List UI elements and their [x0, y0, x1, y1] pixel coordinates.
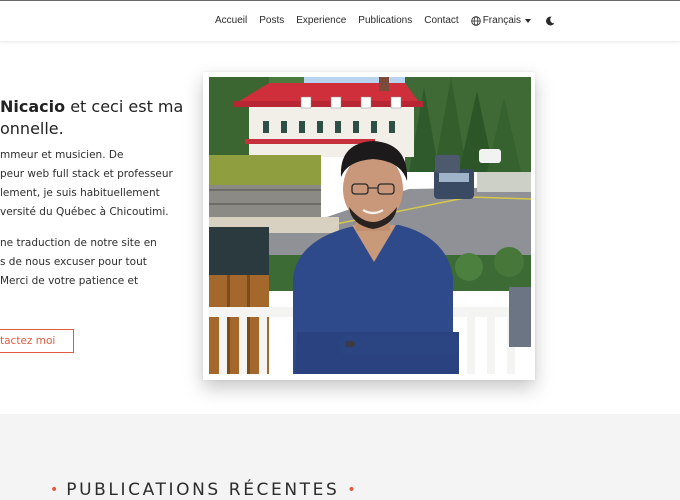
section-title-text: PUBLICATIONS RÉCENTES	[66, 480, 340, 500]
language-label: Français	[482, 15, 522, 26]
hero-paragraph-translation: ne traduction de notre site en s de nous…	[0, 234, 195, 291]
hero-translation-line: Merci de votre patience et	[0, 275, 139, 287]
nav-contact[interactable]: Contact	[424, 15, 458, 26]
hero-paragraph-intro: mmeur et musicien. De peur web full stac…	[0, 146, 195, 222]
hero-title: Nicacio et ceci est ma onnelle.	[0, 96, 200, 140]
nav-posts[interactable]: Posts	[259, 15, 284, 26]
hero-intro-line: versité du Québec à Chicoutimi.	[0, 206, 169, 218]
section-title: • PUBLICATIONS RÉCENTES •	[50, 479, 364, 500]
hero-intro-line: peur web full stack et professeur	[0, 168, 173, 180]
hero-title-name: Nicacio	[0, 97, 66, 116]
moon-icon	[546, 16, 555, 25]
chevron-down-icon	[525, 18, 532, 23]
title-dot-right: •	[347, 482, 356, 498]
globe-icon	[470, 15, 481, 26]
nav-accueil[interactable]: Accueil	[215, 15, 247, 26]
dark-mode-toggle[interactable]	[545, 16, 555, 26]
hero-intro-line: lement, je suis habituellement	[0, 187, 160, 199]
nav-publications[interactable]: Publications	[358, 15, 412, 26]
nav-links: Accueil Posts Experience Publications Co…	[215, 15, 555, 26]
hero-translation-line: s de nous excuser pour tout	[0, 256, 147, 268]
hero-translation-line: ne traduction de notre site en	[0, 237, 157, 249]
profile-photo	[209, 77, 531, 374]
language-dropdown[interactable]: Français	[470, 15, 532, 26]
top-navbar: Accueil Posts Experience Publications Co…	[0, 1, 680, 41]
hero-title-rest: et ceci est ma	[65, 97, 184, 116]
hero-intro-line: mmeur et musicien. De	[0, 149, 124, 161]
profile-photo-illustration	[209, 77, 531, 374]
profile-photo-card	[203, 72, 535, 380]
hero-title-line2: onnelle.	[0, 119, 64, 138]
title-dot-left: •	[50, 482, 59, 498]
contact-button[interactable]: tactez moi	[0, 329, 74, 353]
nav-experience[interactable]: Experience	[296, 15, 346, 26]
